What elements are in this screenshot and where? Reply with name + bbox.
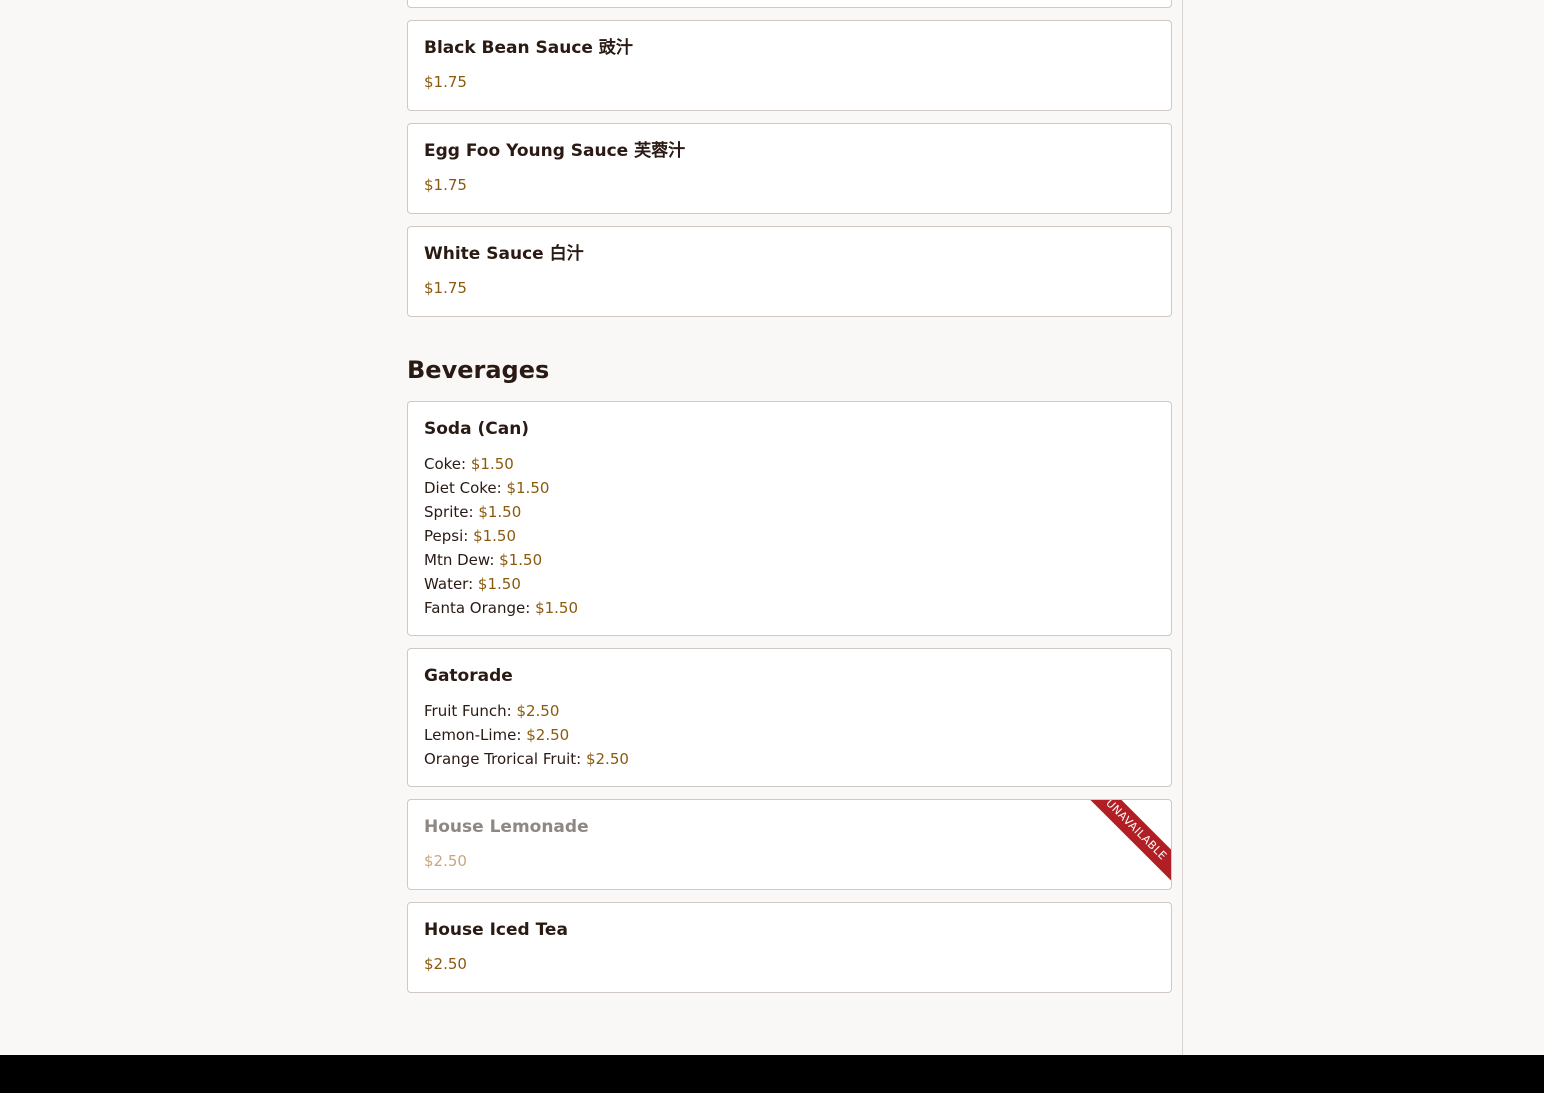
menu-page: Black Bean Sauce 豉汁 $1.75 Egg Foo Young … bbox=[0, 0, 1544, 1093]
item-name: House Lemonade bbox=[424, 817, 589, 837]
item-name: Black Bean Sauce 豉汁 bbox=[424, 38, 633, 58]
option-list: Fruit Funch: $2.50 Lemon-Lime: $2.50 Ora… bbox=[424, 699, 1155, 771]
option-row: Water: $1.50 bbox=[424, 572, 1155, 596]
option-label: Diet Coke: bbox=[424, 479, 502, 497]
option-label: Lemon-Lime: bbox=[424, 726, 522, 744]
item-price: $1.75 bbox=[424, 176, 467, 194]
section-title-beverages: Beverages bbox=[407, 356, 550, 384]
option-label: Sprite: bbox=[424, 503, 474, 521]
option-price: $1.50 bbox=[506, 479, 550, 497]
option-row: Mtn Dew: $1.50 bbox=[424, 548, 1155, 572]
option-row: Coke: $1.50 bbox=[424, 452, 1155, 476]
option-row: Fruit Funch: $2.50 bbox=[424, 699, 1155, 723]
option-row: Pepsi: $1.50 bbox=[424, 524, 1155, 548]
item-name: Egg Foo Young Sauce 芙蓉汁 bbox=[424, 141, 686, 161]
option-price: $1.50 bbox=[470, 455, 514, 473]
menu-item-card-soda[interactable]: Soda (Can) Coke: $1.50 Diet Coke: $1.50 … bbox=[407, 401, 1172, 636]
item-price: $1.75 bbox=[424, 73, 467, 91]
option-price: $1.50 bbox=[499, 551, 543, 569]
menu-item-card[interactable]: Black Bean Sauce 豉汁 $1.75 bbox=[407, 20, 1172, 111]
item-name: Gatorade bbox=[424, 666, 513, 686]
footer-bar bbox=[0, 1055, 1544, 1093]
option-price: $2.50 bbox=[585, 750, 629, 768]
item-name: House Iced Tea bbox=[424, 920, 568, 940]
item-name: White Sauce 白汁 bbox=[424, 244, 584, 264]
menu-item-card-clipped[interactable] bbox=[407, 0, 1172, 8]
item-price: $2.50 bbox=[424, 852, 467, 870]
unavailable-ribbon: UNAVAILABLE bbox=[1075, 800, 1171, 889]
option-label: Fanta Orange: bbox=[424, 599, 531, 617]
option-price: $2.50 bbox=[516, 702, 560, 720]
option-row: Fanta Orange: $1.50 bbox=[424, 596, 1155, 620]
option-label: Mtn Dew: bbox=[424, 551, 495, 569]
item-price: $1.75 bbox=[424, 279, 467, 297]
menu-item-card[interactable]: Egg Foo Young Sauce 芙蓉汁 $1.75 bbox=[407, 123, 1172, 214]
option-row: Lemon-Lime: $2.50 bbox=[424, 723, 1155, 747]
item-price: $2.50 bbox=[424, 955, 467, 973]
option-price: $1.50 bbox=[535, 599, 579, 617]
option-price: $1.50 bbox=[473, 527, 517, 545]
option-row: Diet Coke: $1.50 bbox=[424, 476, 1155, 500]
option-price: $1.50 bbox=[477, 575, 521, 593]
option-row: Sprite: $1.50 bbox=[424, 500, 1155, 524]
menu-item-card-lemonade[interactable]: House Lemonade $2.50 UNAVAILABLE bbox=[407, 799, 1172, 890]
option-label: Fruit Funch: bbox=[424, 702, 512, 720]
option-label: Water: bbox=[424, 575, 474, 593]
option-label: Coke: bbox=[424, 455, 467, 473]
option-row: Orange Trorical Fruit: $2.50 bbox=[424, 747, 1155, 771]
option-label: Orange Trorical Fruit: bbox=[424, 750, 582, 768]
menu-item-card-iced-tea[interactable]: House Iced Tea $2.50 bbox=[407, 902, 1172, 993]
option-label: Pepsi: bbox=[424, 527, 469, 545]
option-list: Coke: $1.50 Diet Coke: $1.50 Sprite: $1.… bbox=[424, 452, 1155, 620]
menu-item-card[interactable]: White Sauce 白汁 $1.75 bbox=[407, 226, 1172, 317]
option-price: $2.50 bbox=[526, 726, 570, 744]
option-price: $1.50 bbox=[478, 503, 522, 521]
menu-item-card-gatorade[interactable]: Gatorade Fruit Funch: $2.50 Lemon-Lime: … bbox=[407, 648, 1172, 787]
column-divider bbox=[1182, 0, 1183, 1055]
item-name: Soda (Can) bbox=[424, 419, 530, 439]
